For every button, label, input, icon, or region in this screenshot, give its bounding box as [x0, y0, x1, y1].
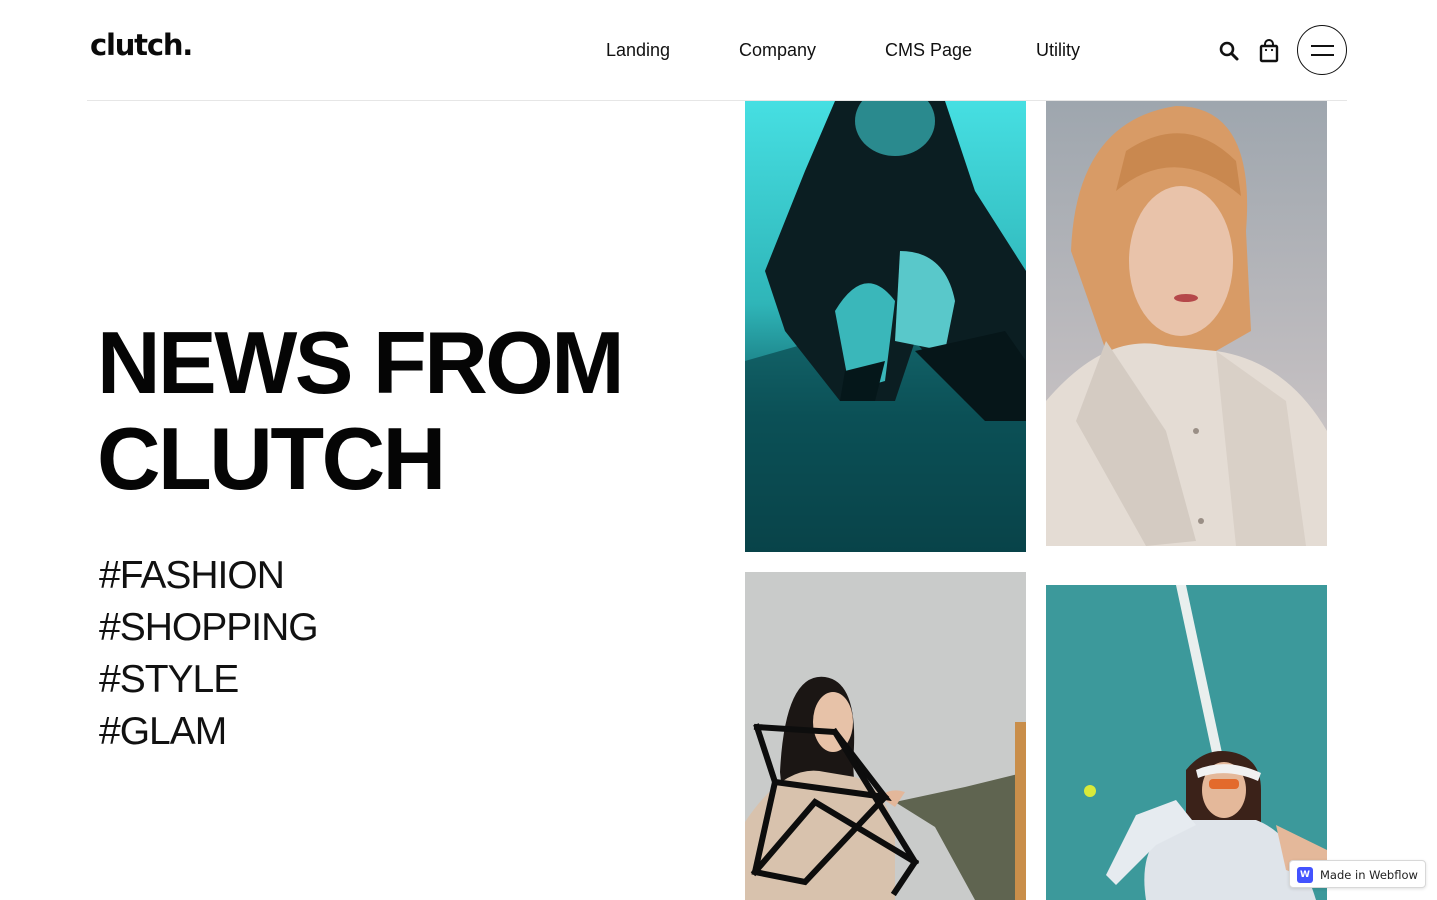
badge-label: Made in Webflow	[1320, 868, 1418, 882]
photo-leather-coat-image	[745, 101, 1026, 552]
gallery-photo-geometric-frame[interactable]	[745, 572, 1026, 900]
nav-link-landing[interactable]: Landing	[606, 38, 670, 62]
cart-button[interactable]	[1257, 38, 1281, 64]
search-button[interactable]	[1217, 39, 1241, 63]
photo-tennis-court-image	[1046, 585, 1327, 900]
site-header: clutch. Landing Company CMS Page Utility	[0, 0, 1437, 100]
search-icon	[1219, 41, 1239, 61]
tag-shopping[interactable]: #SHOPPING	[99, 602, 319, 654]
gallery-photo-leather-coat[interactable]	[745, 101, 1026, 552]
nav-link-cms-page[interactable]: CMS Page	[885, 38, 972, 62]
tag-glam[interactable]: #GLAM	[99, 706, 318, 758]
hashtag-list: #FASHION #SHOPPING #STYLE #GLAM	[99, 550, 319, 758]
photo-geometric-frame-image	[745, 572, 1026, 900]
menu-button[interactable]	[1297, 25, 1347, 75]
tag-fashion[interactable]: #FASHION	[99, 550, 318, 602]
menu-icon-bar	[1311, 54, 1334, 56]
webflow-logo-icon: W	[1297, 867, 1313, 883]
menu-icon	[1311, 45, 1334, 47]
photo-blonde-bob-image	[1046, 101, 1327, 546]
gallery-photo-tennis-court[interactable]	[1046, 585, 1327, 900]
page-title: NEWS FROM CLUTCH	[97, 313, 625, 508]
nav-link-company[interactable]: Company	[739, 38, 816, 62]
title-line-1: NEWS FROM	[97, 313, 625, 412]
tag-style[interactable]: #STYLE	[99, 654, 318, 706]
gallery-photo-blonde-bob[interactable]	[1046, 101, 1327, 546]
brand-logo[interactable]: clutch.	[90, 26, 193, 64]
nav-link-utility[interactable]: Utility	[1036, 38, 1080, 62]
title-line-2: CLUTCH	[97, 409, 446, 508]
made-in-webflow-badge[interactable]: W Made in Webflow	[1289, 860, 1426, 888]
shopping-bag-icon	[1259, 39, 1279, 63]
